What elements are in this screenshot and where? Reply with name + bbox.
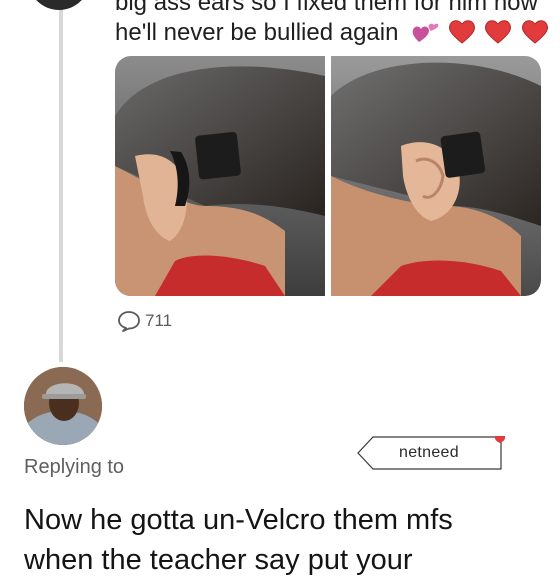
reply-bubble-icon — [118, 311, 140, 332]
tweet-media-grid[interactable] — [115, 56, 541, 296]
thread-connector-line — [59, 0, 63, 362]
red-heart-icon — [448, 20, 475, 44]
reply-text-line-1: Now he gotta un-Velcro them mfs — [24, 504, 453, 536]
media-photo-left[interactable] — [115, 56, 325, 296]
replying-to-label: Replying to — [24, 456, 125, 478]
reply-text: Now he gotta un-Velcro them mfs when the… — [24, 500, 554, 580]
media-photo-right[interactable] — [331, 56, 541, 296]
red-heart-icon — [522, 20, 549, 44]
netneed-watermark: netneed — [357, 434, 506, 470]
red-heart-icon — [485, 20, 512, 44]
reply-count: 711 — [145, 311, 173, 330]
tweet-emoji-group — [411, 18, 551, 54]
two-hearts-icon — [412, 23, 439, 42]
reply-count-action[interactable]: 711 — [117, 310, 172, 332]
tweet-text-line-1: big ass ears so I fixed them for him now — [115, 0, 538, 16]
reply-text-line-2: when the teacher say put your — [24, 544, 413, 576]
original-poster-avatar[interactable] — [28, 0, 90, 10]
tweet-text: big ass ears so I fixed them for him now… — [115, 0, 555, 54]
watermark-label: netneed — [399, 444, 459, 461]
reply-author-avatar[interactable] — [24, 367, 102, 445]
tweet-text-line-2: he'll never be bullied again — [115, 19, 399, 46]
